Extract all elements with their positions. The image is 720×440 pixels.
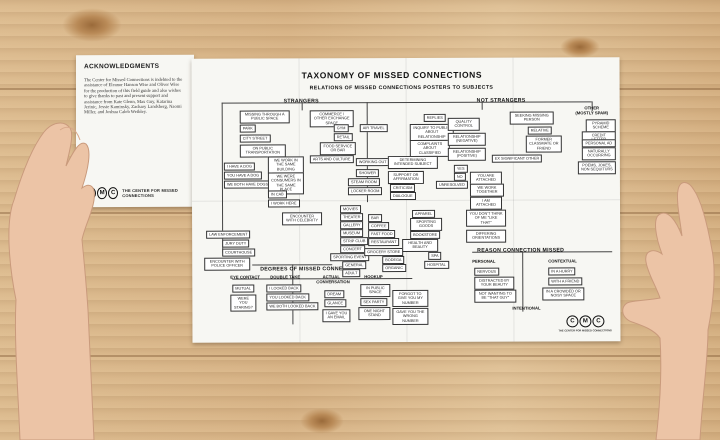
box-distracted: DISTRACTED BY YOUR BEAUTY <box>474 276 515 290</box>
map-subtitle: RELATIONS OF MISSED CONNECTIONS POSTERS … <box>309 84 494 92</box>
map-title: TAXONOMY OF MISSED CONNECTIONS <box>301 69 483 81</box>
box-with-a-friend: WITH A FRIEND <box>548 277 583 286</box>
box-seeking-missing: SEEKING MISSING PERSON <box>509 111 554 125</box>
box-spa: SPA <box>428 251 442 261</box>
box-one-night-stand: ONE NIGHT STAND <box>358 307 391 320</box>
connector-line <box>522 251 524 312</box>
col-intentional: INTENTIONAL <box>512 305 541 311</box>
box-wrong-number: GAVE YOU THE WRONG NUMBER <box>392 307 429 326</box>
box-differing-orientations: DIFFERING ORIENTATIONS <box>466 229 507 243</box>
col-contextual: CONTEXTUAL <box>548 258 577 264</box>
box-work-together: WE WORK TOGETHER <box>469 183 504 197</box>
box-nervous: NERVOUS <box>474 267 499 277</box>
box-restaurant: RESTAURANT <box>368 238 400 247</box>
box-jury-duty: JURY DUTY <box>222 239 250 249</box>
box-dont-like-that: YOU DON'T THINK OF ME "LIKE THAT" <box>466 209 507 228</box>
box-public-transport: ON PUBLIC TRANSPORTATION <box>239 144 286 158</box>
box-health-beauty: HEALTH AND BEAUTY <box>402 238 439 252</box>
box-i-am-attached: I AM ATTACHED <box>469 196 503 210</box>
box-in-public-space: IN PUBLIC SPACE <box>360 284 391 297</box>
box-you-have-dog: YOU HAVE A DOG <box>223 171 263 181</box>
section-other: OTHER (MOSTLY SPAM) <box>575 105 609 116</box>
box-i-work-here: I WORK HERE <box>267 199 300 208</box>
box-missing-through: MISSING THROUGH A PUBLIC SPACE <box>239 110 290 124</box>
box-both-looked-back: WE BOTH LOOKED BACK <box>266 302 319 311</box>
taxonomy-map: TAXONOMY OF MISSED CONNECTIONS RELATIONS… <box>191 57 621 343</box>
box-have-dog: I HAVE A DOG <box>223 162 255 172</box>
box-replies: REPLIES <box>423 113 446 123</box>
box-unresolved: UNRESOLVED <box>435 180 468 190</box>
cmc-letter: C <box>566 315 579 328</box>
section-reason: REASON CONNECTION MISSED <box>477 247 565 254</box>
box-steam-room: STEAM ROOM <box>347 178 380 187</box>
box-law-enforcement: LAW ENFORCEMENT <box>206 230 251 240</box>
box-police-officer: ENCOUNTER WITH POLICE OFFICER <box>204 257 251 271</box>
box-dialogue: DIALOGUE <box>389 191 416 201</box>
box-courthouse: COURTHOUSE <box>222 248 256 258</box>
box-same-building: WE WORK IN THE SAME BUILDING <box>267 156 304 174</box>
left-hand <box>8 122 95 440</box>
box-crowded: IN A CROWDED OR NOISY SPACE <box>542 287 585 301</box>
box-sporting-goods: SPORTING GOODS <box>410 217 443 231</box>
box-determining: DETERMINING INTENDED SUBJECT <box>387 155 438 169</box>
box-arts-culture: ARTS AND CULTURE <box>309 155 354 164</box>
box-hospital: HOSPITAL <box>424 260 449 270</box>
box-support: SUPPORT OR AFFIRMATION <box>387 170 424 184</box>
box-sex-party: SEX PARTY <box>360 298 388 307</box>
col-hookup: HOOKUP <box>364 274 383 280</box>
box-relationship-pos: RELATIONSHIP (POSITIVE) <box>447 147 486 161</box>
box-working-out: WORKING OUT <box>355 158 390 167</box>
box-retail: RETAIL <box>333 133 353 142</box>
col-eye-contact: EYE CONTACT <box>230 274 260 280</box>
section-not-strangers: NOT STRANGERS <box>476 97 526 104</box>
box-food-service: FOOD SERVICE OR BAR <box>319 142 356 156</box>
box-were-you-staring: WERE YOU STARING? <box>230 294 257 312</box>
box-mutual: MUTUAL <box>232 284 254 294</box>
wood-knot <box>62 8 122 42</box>
box-pyramid: PYRAMID SCHEME <box>585 119 616 133</box>
wood-knot <box>560 36 600 58</box>
box-organic: ORGANIC <box>382 264 406 273</box>
box-you-looked-back: YOU LOOKED BACK <box>266 293 309 302</box>
col-double-take: DOUBLE TAKE <box>270 274 301 280</box>
box-relative: RELATIVE <box>527 126 552 135</box>
box-locker-room: LOCKER ROOM <box>347 187 383 196</box>
box-glance: GLANCE <box>324 299 347 308</box>
box-complaints: COMPLAINTS ABOUT CLASSIFIED <box>409 139 450 158</box>
wood-knot <box>300 408 344 434</box>
box-in-a-hurry: IN A HURRY <box>548 267 576 276</box>
box-not-wanting: NOT WANTING TO BE "THAT GUY" <box>474 289 517 303</box>
section-strangers: STRANGERS <box>283 98 319 105</box>
box-both-dogs: WE BOTH HAVE DOGS <box>223 180 272 190</box>
col-personal: PERSONAL <box>472 258 496 264</box>
box-ex-significant: EX SIGNIFICANT OTHER <box>491 154 543 164</box>
box-air-travel: AIR TRAVEL <box>359 124 388 133</box>
box-quality-control: QUALITY CONTROL <box>447 117 480 131</box>
box-shower: SHOWER <box>355 169 380 178</box>
box-gave-email: I GAVE YOU AN EMAIL <box>322 309 351 323</box>
cmc-logo-text: THE CENTER FOR MISSED CONNECTIONS <box>122 187 178 199</box>
box-attached: YOU ARE ATTACHED <box>469 171 502 185</box>
box-dream: DREAM <box>324 290 345 299</box>
box-gym: GYM <box>333 124 349 133</box>
box-city-street: CITY STREET <box>239 134 271 143</box>
box-former-classmate: FORMER CLASSMATE OR FRIEND <box>525 135 562 153</box>
box-looked-back: I LOOKED BACK <box>266 284 302 293</box>
box-forgot-number: FORGOT TO GIVE YOU MY NUMBER <box>392 289 429 308</box>
box-in-cab: IN CAB <box>267 190 287 199</box>
acknowledgments-title: ACKNOWLEDGMENTS <box>84 62 160 71</box>
box-encounter-celebrity: ENCOUNTER WITH CELEBRITY <box>282 212 323 226</box>
box-park: PARK <box>239 124 256 133</box>
box-relationship-neg: RELATIONSHIP (NEGATIVE) <box>447 132 486 146</box>
right-hand <box>622 182 715 440</box>
col-actual-conversation: ACTUAL CONVERSATION <box>316 274 350 285</box>
